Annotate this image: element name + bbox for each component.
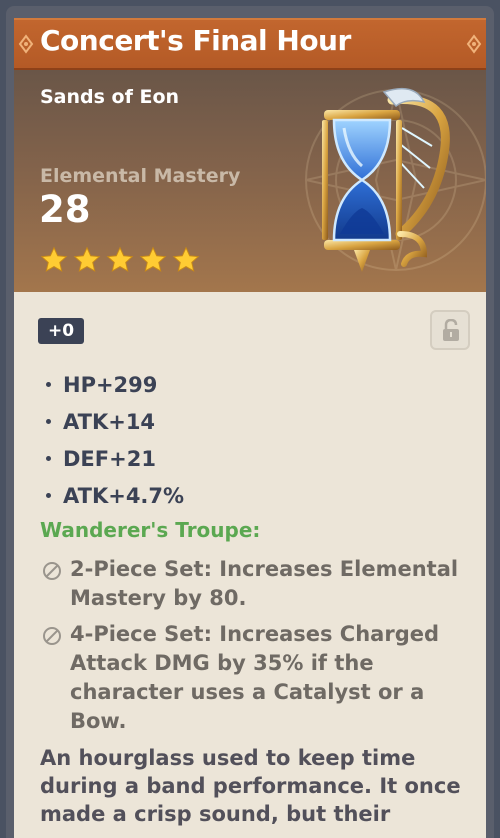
star-icon	[172, 246, 200, 272]
star-icon	[106, 246, 134, 272]
substat-item: ATK+4.7%	[42, 477, 184, 514]
set-effect-4-piece: 4-Piece Set: Increases Charged Attack DM…	[40, 620, 470, 736]
substat-item: ATK+14	[42, 403, 184, 440]
substat-item: DEF+21	[42, 440, 184, 477]
bullet-icon	[46, 456, 51, 461]
hourglass-artifact-icon	[322, 87, 450, 272]
title-ornament-right-icon	[466, 34, 482, 54]
rarity-stars	[40, 246, 200, 274]
bullet-icon	[46, 493, 51, 498]
substat-text: DEF+21	[63, 446, 156, 471]
ban-icon	[43, 562, 61, 580]
star-icon	[40, 246, 68, 272]
main-stat-name: Elemental Mastery	[40, 165, 241, 187]
title-ornament-left-icon	[18, 34, 34, 54]
artifact-name: Concert's Final Hour	[40, 24, 351, 57]
ban-icon	[43, 627, 61, 645]
bullet-icon	[46, 382, 51, 387]
lock-button[interactable]	[430, 310, 470, 350]
artifact-header: Sands of Eon Elemental Mastery 28	[14, 70, 486, 292]
substat-text: ATK+4.7%	[63, 483, 185, 508]
set-effect-text: 2-Piece Set: Increases Elemental Mastery…	[70, 557, 459, 610]
set-name: Wanderer's Troupe:	[40, 518, 261, 542]
set-effect-text: 4-Piece Set: Increases Charged Attack DM…	[70, 622, 440, 733]
artifact-description: An hourglass used to keep time during a …	[40, 746, 461, 826]
bullet-icon	[46, 419, 51, 424]
substat-list: HP+299 ATK+14 DEF+21 ATK+4.7%	[42, 366, 184, 514]
star-icon	[139, 246, 167, 272]
artifact-body: +0 HP+299 ATK+14 DEF+21 ATK+4.7% Wandere…	[14, 292, 486, 838]
set-effect-2-piece: 2-Piece Set: Increases Elemental Mastery…	[40, 555, 470, 613]
substat-text: HP+299	[63, 372, 158, 397]
main-stat-value: 28	[39, 188, 91, 231]
level-badge: +0	[38, 318, 85, 344]
title-bar: Concert's Final Hour	[14, 18, 486, 70]
artifact-slot: Sands of Eon	[40, 86, 180, 108]
substat-text: ATK+14	[63, 409, 156, 434]
substat-item: HP+299	[42, 366, 184, 403]
star-icon	[73, 246, 101, 272]
artifact-detail-card: Concert's Final Hour Sands of Eon Elemen…	[6, 6, 494, 838]
lock-icon	[443, 319, 459, 341]
